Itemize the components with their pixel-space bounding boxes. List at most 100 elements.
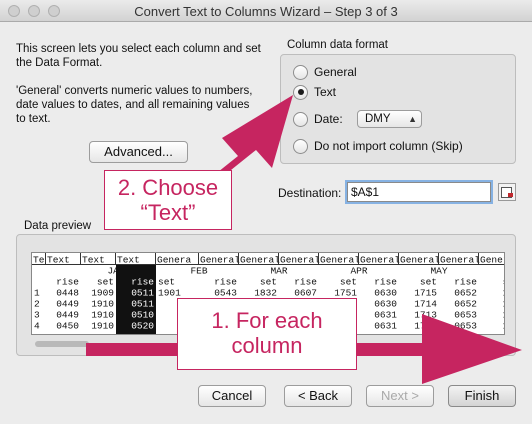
callout-choose-line1: 2. Choose	[117, 175, 219, 200]
data-preview-label: Data preview	[24, 220, 92, 232]
scrollbar-thumb[interactable]	[35, 341, 89, 347]
preview-cell: set	[97, 277, 114, 288]
destination-label: Destination:	[278, 186, 342, 200]
preview-cell: 0652	[454, 288, 477, 299]
preview-cell: 0511	[131, 299, 154, 310]
callout-choose-line2: “Text”	[140, 200, 196, 225]
preview-cell: rise	[56, 277, 79, 288]
column-type-header[interactable]: Text	[47, 255, 70, 266]
column-type-header[interactable]: General	[240, 255, 280, 266]
preview-cell: 0543	[214, 288, 237, 299]
next-button[interactable]: Next >	[366, 385, 434, 407]
preview-cell: 1901	[158, 288, 181, 299]
preview-cell: 1832	[254, 288, 277, 299]
preview-cell: 1910	[91, 299, 114, 310]
radio-general-button[interactable]	[293, 64, 308, 80]
preview-cell: 1714	[414, 299, 437, 310]
callout-column-line1: 1. For each	[211, 308, 323, 333]
column-type-header[interactable]: Text	[82, 255, 105, 266]
column-type-header[interactable]: General	[200, 255, 240, 266]
column-format-group: General Text Date: DMY ▲ Do not import c…	[280, 54, 516, 164]
preview-cell: 0449	[56, 310, 79, 321]
preview-cell: 0631	[374, 321, 397, 332]
preview-cell: 1909	[91, 288, 114, 299]
preview-cell: rise	[454, 277, 477, 288]
radio-date-label: Date:	[314, 112, 343, 126]
preview-cell: 3	[34, 310, 40, 321]
intro-line-1: This screen lets you select each column …	[16, 43, 261, 69]
column-type-header[interactable]: General	[320, 255, 360, 266]
preview-cell: 4	[34, 321, 40, 332]
column-type-header[interactable]: Text	[117, 255, 140, 266]
preview-cell: set	[260, 277, 277, 288]
radio-date-button[interactable]	[293, 111, 308, 127]
radio-skip-button[interactable]	[293, 138, 308, 154]
advanced-button[interactable]: Advanced...	[89, 141, 188, 163]
column-format-label: Column data format	[287, 39, 388, 51]
preview-cell: 0630	[374, 288, 397, 299]
preview-cell: 0630	[374, 299, 397, 310]
radio-skip[interactable]: Do not import column (Skip)	[293, 137, 463, 155]
preview-cell: 0450	[56, 321, 79, 332]
preview-cell: 1751	[334, 288, 357, 299]
preview-cell: se	[503, 277, 505, 288]
destination-input[interactable]: $A$1	[347, 182, 491, 202]
collapse-dialog-icon[interactable]	[498, 183, 516, 201]
preview-cell: 0653	[454, 310, 477, 321]
radio-text-button[interactable]	[293, 84, 308, 100]
column-type-header[interactable]: Genera	[480, 255, 505, 266]
preview-cell: 1	[34, 288, 40, 299]
preview-cell: set	[340, 277, 357, 288]
preview-cell: 1910	[91, 321, 114, 332]
cancel-button[interactable]: Cancel	[198, 385, 266, 407]
column-type-header[interactable]: General	[360, 255, 400, 266]
title-bar: Convert Text to Columns Wizard – Step 3 …	[0, 0, 532, 22]
preview-cell: rise	[131, 277, 154, 288]
preview-cell: 16	[503, 288, 505, 299]
preview-cell: rise	[294, 277, 317, 288]
chevron-updown-icon: ▲	[408, 114, 417, 124]
column-type-header[interactable]: Te	[33, 255, 45, 266]
date-format-select[interactable]: DMY ▲	[357, 110, 422, 128]
preview-cell: 1715	[414, 288, 437, 299]
preview-cell: 16	[503, 299, 505, 310]
callout-column-line2: column	[231, 333, 303, 358]
preview-cell: FEB	[190, 266, 207, 277]
radio-general[interactable]: General	[293, 63, 357, 81]
preview-cell: 0510	[131, 310, 154, 321]
date-format-value: DMY	[365, 113, 391, 125]
preview-cell: 0652	[454, 299, 477, 310]
radio-text-label: Text	[314, 85, 337, 99]
intro-text: This screen lets you select each column …	[16, 42, 261, 140]
radio-text[interactable]: Text	[293, 83, 336, 101]
preview-cell: 0653	[454, 321, 477, 332]
preview-cell: 16	[503, 310, 505, 321]
preview-cell: 2	[34, 299, 40, 310]
preview-cell: 1713	[414, 310, 437, 321]
callout-choose-text: 2. Choose “Text”	[104, 170, 232, 230]
radio-skip-label: Do not import column (Skip)	[314, 139, 463, 153]
column-type-header[interactable]: Genera	[157, 255, 192, 266]
finish-button[interactable]: Finish	[448, 385, 516, 407]
preview-cell: 0448	[56, 288, 79, 299]
column-type-header[interactable]: General	[440, 255, 480, 266]
intro-line-2: 'General' converts numeric values to num…	[16, 85, 253, 125]
column-type-header[interactable]: General	[400, 255, 440, 266]
radio-general-label: General	[314, 65, 357, 79]
back-button[interactable]: < Back	[284, 385, 352, 407]
preview-cell: set	[158, 277, 175, 288]
preview-cell: 16	[503, 321, 505, 332]
preview-cell: 0449	[56, 299, 79, 310]
radio-date[interactable]: Date:	[293, 110, 343, 128]
callout-for-each-column: 1. For each column	[177, 298, 357, 370]
preview-cell: set	[420, 277, 437, 288]
preview-cell: rise	[214, 277, 237, 288]
column-type-header[interactable]: General	[280, 255, 320, 266]
preview-cell: 0520	[131, 321, 154, 332]
preview-cell: 0607	[294, 288, 317, 299]
window-title: Convert Text to Columns Wizard – Step 3 …	[134, 4, 398, 19]
preview-cell: 0511	[131, 288, 154, 299]
preview-cell: MAR	[270, 266, 287, 277]
preview-cell: APR	[350, 266, 367, 277]
preview-cell: MAY	[430, 266, 447, 277]
